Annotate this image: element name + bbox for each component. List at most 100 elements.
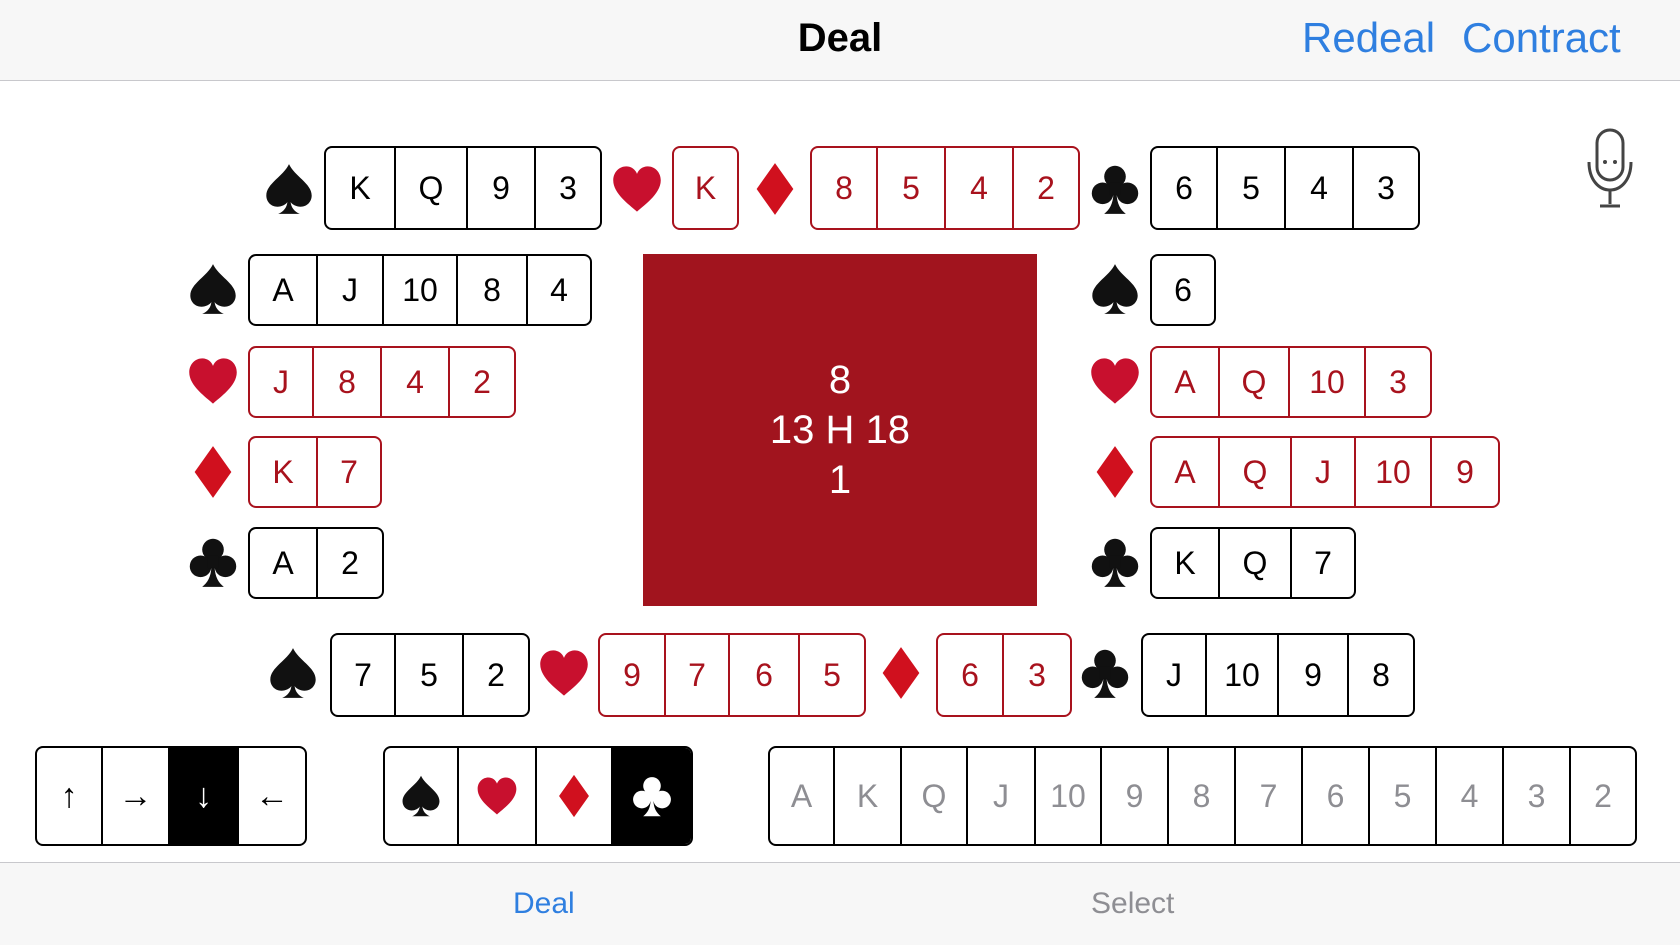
tab-deal[interactable]: Deal — [513, 887, 575, 921]
card[interactable]: 3 — [1366, 348, 1430, 416]
card[interactable]: 9 — [600, 635, 666, 715]
spade-icon — [186, 262, 240, 316]
card[interactable]: 8 — [812, 148, 878, 228]
card[interactable]: 2 — [318, 529, 382, 597]
suit-option-heart[interactable] — [459, 748, 537, 844]
card[interactable]: 7 — [332, 635, 396, 715]
card[interactable]: K — [250, 438, 318, 506]
card[interactable]: A — [1152, 348, 1220, 416]
rank-option[interactable]: 3 — [1504, 748, 1571, 844]
suit-option-spade[interactable] — [385, 748, 459, 844]
east-points: 18 — [865, 408, 911, 452]
card[interactable]: Q — [1220, 529, 1292, 597]
card[interactable]: 10 — [1356, 438, 1432, 506]
rank-option[interactable]: 8 — [1169, 748, 1236, 844]
heart-icon — [186, 354, 240, 408]
suit-option-club[interactable] — [613, 748, 691, 844]
card[interactable]: 5 — [1218, 148, 1286, 228]
rank-option[interactable]: A — [770, 748, 835, 844]
card[interactable]: 4 — [1286, 148, 1354, 228]
heart-icon — [537, 646, 591, 700]
card[interactable]: J — [318, 256, 384, 324]
tab-select[interactable]: Select — [1091, 887, 1174, 921]
card[interactable]: J — [250, 348, 314, 416]
card[interactable]: A — [250, 256, 318, 324]
card[interactable]: 7 — [666, 635, 730, 715]
heart-icon — [1088, 354, 1142, 408]
rank-option[interactable]: 6 — [1303, 748, 1370, 844]
card[interactable]: 3 — [536, 148, 600, 228]
rank-option[interactable]: J — [968, 748, 1036, 844]
card[interactable]: 9 — [1279, 635, 1349, 715]
card[interactable]: 3 — [1354, 148, 1418, 228]
spade-icon — [262, 162, 316, 216]
card[interactable]: Q — [1220, 348, 1290, 416]
direction-west-arrow-icon[interactable]: ← — [239, 748, 305, 844]
card[interactable]: 10 — [1290, 348, 1366, 416]
rank-option[interactable]: 5 — [1370, 748, 1437, 844]
card[interactable]: 8 — [458, 256, 528, 324]
card[interactable]: 7 — [318, 438, 380, 506]
card[interactable]: 4 — [382, 348, 450, 416]
rank-option[interactable]: 4 — [1437, 748, 1504, 844]
east-spades-cards: 6 — [1150, 254, 1216, 326]
card[interactable]: K — [674, 148, 737, 228]
card[interactable]: Q — [396, 148, 468, 228]
card[interactable]: 8 — [1349, 635, 1413, 715]
card[interactable]: 5 — [878, 148, 946, 228]
card[interactable]: 9 — [468, 148, 536, 228]
south-points: 1 — [828, 458, 852, 502]
card[interactable]: 2 — [1014, 148, 1078, 228]
card[interactable]: 2 — [450, 348, 514, 416]
direction-south-arrow-icon[interactable]: ↓ — [170, 748, 239, 844]
card[interactable]: 10 — [1207, 635, 1279, 715]
card[interactable]: 6 — [1152, 148, 1218, 228]
rank-option[interactable]: 2 — [1571, 748, 1635, 844]
east-diamonds-cards: A Q J 10 9 — [1150, 436, 1500, 508]
card[interactable]: 8 — [314, 348, 382, 416]
rank-option[interactable]: 10 — [1036, 748, 1102, 844]
north-hearts-cards: K — [672, 146, 739, 230]
west-hearts-cards: J 8 4 2 — [248, 346, 516, 418]
direction-north-arrow-icon[interactable]: ↑ — [37, 748, 103, 844]
direction-selector: ↑ → ↓ ← — [35, 746, 307, 846]
north-spades-cards: K Q 9 3 — [324, 146, 602, 230]
club-icon — [630, 774, 674, 818]
card[interactable]: 6 — [730, 635, 800, 715]
card[interactable]: 10 — [384, 256, 458, 324]
card[interactable]: 4 — [528, 256, 590, 324]
rank-option[interactable]: K — [835, 748, 902, 844]
trump-suit: H — [825, 408, 855, 452]
card[interactable]: J — [1292, 438, 1356, 506]
microphone-icon[interactable] — [1585, 128, 1635, 210]
card[interactable]: 4 — [946, 148, 1014, 228]
card[interactable]: 9 — [1432, 438, 1498, 506]
card[interactable]: 6 — [938, 635, 1004, 715]
suit-option-diamond[interactable] — [537, 748, 613, 844]
card[interactable]: 6 — [1152, 256, 1214, 324]
contract-button[interactable]: Contract — [1462, 14, 1621, 62]
card[interactable]: 2 — [464, 635, 528, 715]
rank-option[interactable]: 7 — [1236, 748, 1303, 844]
card[interactable]: K — [1152, 529, 1220, 597]
direction-east-arrow-icon[interactable]: → — [103, 748, 170, 844]
rank-option[interactable]: Q — [902, 748, 968, 844]
card[interactable]: J — [1143, 635, 1207, 715]
rank-option[interactable]: 9 — [1102, 748, 1169, 844]
card[interactable]: Q — [1220, 438, 1292, 506]
diamond-icon — [186, 445, 240, 499]
redeal-button[interactable]: Redeal — [1302, 14, 1435, 62]
card[interactable]: 7 — [1292, 529, 1354, 597]
card[interactable]: 3 — [1004, 635, 1070, 715]
card[interactable]: 5 — [800, 635, 864, 715]
card[interactable]: K — [326, 148, 396, 228]
heart-icon — [610, 162, 664, 216]
spade-icon — [1088, 262, 1142, 316]
west-diamonds-cards: K 7 — [248, 436, 382, 508]
south-hearts-cards: 9 7 6 5 — [598, 633, 866, 717]
tab-bar: Deal Select — [0, 862, 1680, 945]
card[interactable]: A — [1152, 438, 1220, 506]
card[interactable]: 5 — [396, 635, 464, 715]
north-points: 8 — [828, 358, 852, 402]
card[interactable]: A — [250, 529, 318, 597]
